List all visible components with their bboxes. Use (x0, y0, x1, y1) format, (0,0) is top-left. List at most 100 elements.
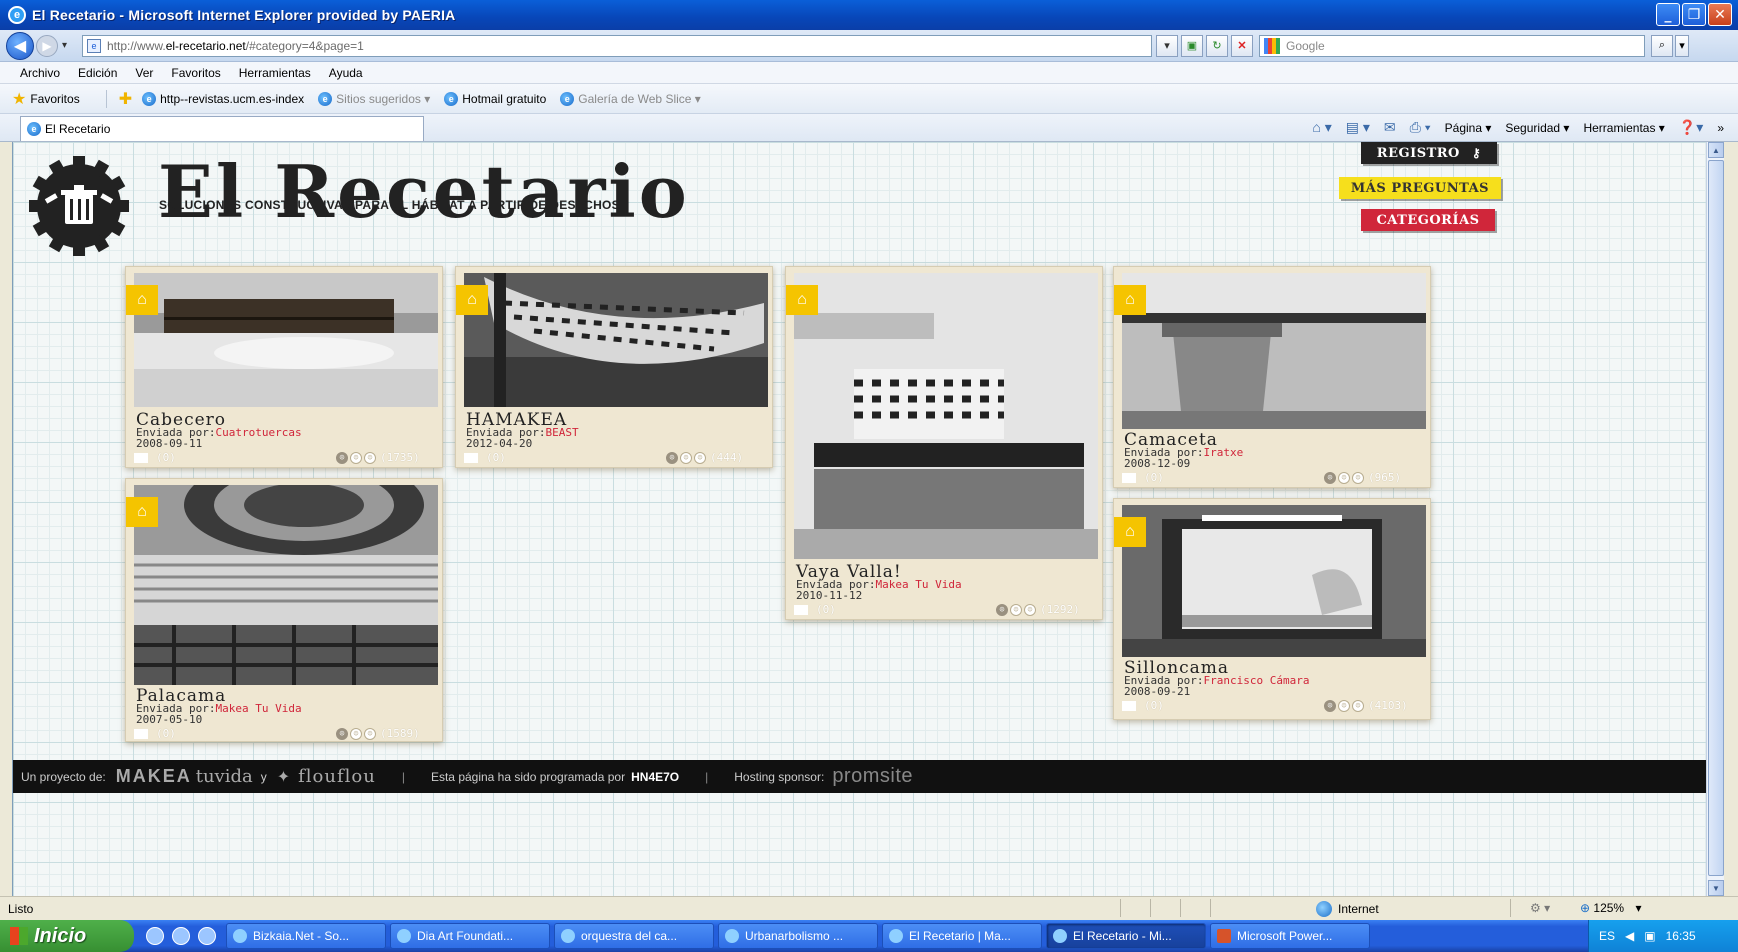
minimize-button[interactable]: _ (1656, 3, 1680, 26)
vote-bad-icon[interactable]: ☹ (996, 603, 1008, 616)
vote-good-icon[interactable]: ☺ (364, 451, 376, 464)
search-icon[interactable]: ⌕ (1651, 34, 1673, 57)
vote-ok-icon[interactable]: ☺ (680, 451, 692, 464)
firefox-quicklaunch-icon[interactable] (198, 927, 216, 945)
scroll-up-icon[interactable]: ▲ (1708, 142, 1724, 158)
recipe-photo[interactable] (134, 273, 438, 407)
history-dropdown[interactable]: ▾ (62, 40, 76, 51)
refresh-icon[interactable]: ↻ (1206, 34, 1228, 57)
scroll-thumb[interactable] (1708, 160, 1724, 876)
language-indicator[interactable]: ES (1599, 929, 1615, 943)
security-zone[interactable]: Internet (1316, 901, 1379, 917)
site-title[interactable]: El Recetario (158, 156, 690, 228)
search-input[interactable]: Google (1259, 34, 1645, 57)
registro-button[interactable]: REGISTRO ⚷ (1361, 142, 1497, 164)
vote-bad-icon[interactable]: ☹ (1324, 699, 1336, 712)
comment-count[interactable]: (0) (1144, 471, 1164, 484)
taskbar-item[interactable]: Microsoft Power... (1210, 923, 1370, 949)
restore-button[interactable]: ❐ (1682, 3, 1706, 26)
card-author-link[interactable]: Makea Tu Vida (215, 702, 301, 715)
fav-link-sitios[interactable]: e Sitios sugeridos ▾ (318, 91, 430, 106)
vote-bad-icon[interactable]: ☹ (666, 451, 678, 464)
card-author-link[interactable]: Iratxe (1203, 446, 1243, 459)
show-desktop-icon[interactable] (146, 927, 164, 945)
makea-logo[interactable]: MAKEA (116, 766, 192, 787)
clock[interactable]: 16:35 (1666, 929, 1696, 943)
recipe-card[interactable]: ⌂ Camaceta Enviada por:Iratxe 2008-12-09… (1113, 266, 1431, 488)
vote-bad-icon[interactable]: ☹ (336, 727, 348, 740)
recipe-card[interactable]: ⌂ Silloncama Enviada por:Francisco Cámar… (1113, 498, 1431, 720)
categorias-button[interactable]: CATEGORÍAS (1361, 209, 1495, 231)
recipe-photo[interactable] (134, 485, 438, 685)
back-button[interactable]: ◀ (6, 31, 34, 60)
feeds-icon[interactable]: ▤ ▾ (1346, 119, 1370, 136)
card-author-link[interactable]: BEAST (545, 426, 578, 439)
search-options-icon[interactable]: ▾ (1675, 34, 1689, 57)
mail-icon[interactable]: ✉ (1384, 119, 1396, 136)
vote-bad-icon[interactable]: ☹ (1324, 471, 1336, 484)
tuvida-logo[interactable]: tuvida (196, 766, 253, 787)
vote-ok-icon[interactable]: ☺ (1010, 603, 1022, 616)
menu-ver[interactable]: Ver (135, 66, 153, 80)
home-icon[interactable]: ⌂ ▾ (1312, 119, 1331, 136)
tab-el-recetario[interactable]: e El Recetario (20, 116, 424, 141)
tools-menu[interactable]: Herramientas ▾ (1583, 121, 1664, 135)
help-icon[interactable]: ❓▾ (1679, 119, 1703, 136)
comment-count[interactable]: (0) (156, 451, 176, 464)
fav-link-webslice[interactable]: e Galería de Web Slice ▾ (560, 91, 701, 106)
recipe-photo[interactable] (1122, 273, 1426, 429)
flouflou-logo[interactable]: flouflou (298, 766, 376, 787)
recipe-photo[interactable] (464, 273, 768, 407)
compatibility-icon[interactable]: ▣ (1181, 34, 1203, 57)
recipe-photo[interactable] (794, 273, 1098, 559)
volume-icon[interactable]: ◀ (1625, 929, 1634, 943)
zoom-level[interactable]: ⊕ 125% ▾ (1580, 901, 1641, 915)
taskbar-item[interactable]: orquestra del ca... (554, 923, 714, 949)
start-button[interactable]: Inicio (0, 920, 134, 952)
recipe-card[interactable]: ⌂ Vaya Valla! Enviada por:Makea Tu Vida … (785, 266, 1103, 620)
vote-ok-icon[interactable]: ☺ (1338, 699, 1350, 712)
page-menu[interactable]: Página ▾ (1445, 121, 1492, 135)
vote-ok-icon[interactable]: ☺ (350, 451, 362, 464)
menu-favoritos[interactable]: Favoritos (171, 66, 220, 80)
site-logo-gear-icon[interactable] (25, 152, 133, 260)
taskbar-item[interactable]: Urbanarbolismo ... (718, 923, 878, 949)
network-icon[interactable]: ▣ (1644, 929, 1655, 943)
scroll-down-icon[interactable]: ▼ (1708, 880, 1724, 896)
vertical-scrollbar[interactable]: ▲ ▼ (1706, 142, 1724, 896)
menu-ayuda[interactable]: Ayuda (329, 66, 363, 80)
vote-ok-icon[interactable]: ☺ (1338, 471, 1350, 484)
protected-mode-icon[interactable]: ⚙ ▾ (1530, 901, 1550, 915)
fav-link-hotmail[interactable]: e Hotmail gratuito (444, 91, 546, 106)
vote-good-icon[interactable]: ☺ (364, 727, 376, 740)
card-author-link[interactable]: Francisco Cámara (1203, 674, 1309, 687)
ie-quicklaunch-icon[interactable] (172, 927, 190, 945)
favorites-button[interactable]: ★ Favoritos (12, 89, 80, 109)
taskbar-item[interactable]: Dia Art Foundati... (390, 923, 550, 949)
address-dropdown-icon[interactable]: ▾ (1156, 34, 1178, 57)
more-icon[interactable]: » (1717, 121, 1724, 135)
comment-count[interactable]: (0) (156, 727, 176, 740)
promsite-logo[interactable]: promsite (832, 765, 913, 788)
mas-preguntas-button[interactable]: MÁS PREGUNTAS (1339, 177, 1501, 199)
recipe-photo[interactable] (1122, 505, 1426, 657)
comment-count[interactable]: (0) (486, 451, 506, 464)
vote-good-icon[interactable]: ☺ (1024, 603, 1036, 616)
vote-good-icon[interactable]: ☺ (694, 451, 706, 464)
security-menu[interactable]: Seguridad ▾ (1505, 121, 1569, 135)
vote-good-icon[interactable]: ☺ (1352, 699, 1364, 712)
recipe-card[interactable]: ⌂ Cabecero Enviada por:Cuatrotuercas 200… (125, 266, 443, 468)
taskbar-item[interactable]: El Recetario | Ma... (882, 923, 1042, 949)
comment-count[interactable]: (0) (1144, 699, 1164, 712)
recipe-card[interactable]: ⌂ Palacama Enviada por:Makea Tu Vida 200… (125, 478, 443, 742)
taskbar-item[interactable]: Bizkaia.Net - So... (226, 923, 386, 949)
menu-edicion[interactable]: Edición (78, 66, 117, 80)
stop-icon[interactable]: ✕ (1231, 34, 1253, 57)
fav-link-revistas[interactable]: e http--revistas.ucm.es-index (142, 91, 304, 106)
menu-herramientas[interactable]: Herramientas (239, 66, 311, 80)
print-icon[interactable]: ⎙ ▾ (1410, 119, 1431, 136)
vote-bad-icon[interactable]: ☹ (336, 451, 348, 464)
add-favorite-icon[interactable]: ✚ (119, 89, 132, 109)
close-button[interactable]: ✕ (1708, 3, 1732, 26)
forward-button[interactable]: ▶ (36, 34, 58, 57)
